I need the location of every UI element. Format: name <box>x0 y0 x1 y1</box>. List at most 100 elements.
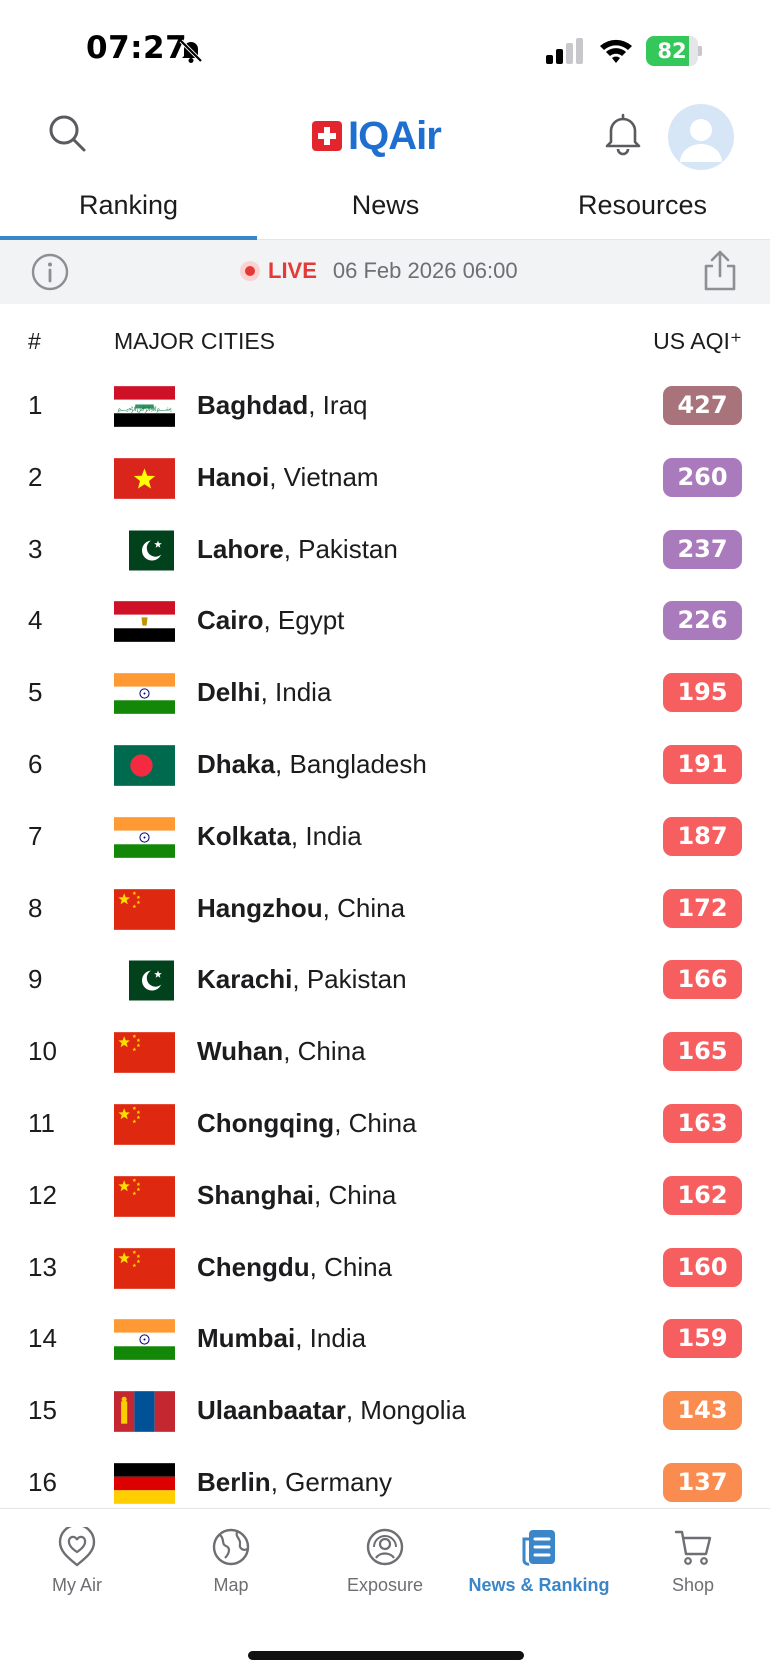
city-name: Lahore, Pakistan <box>197 534 398 565</box>
rank-number: 14 <box>28 1323 57 1354</box>
china-flag-icon <box>114 1175 175 1217</box>
rank-number: 10 <box>28 1036 57 1067</box>
nav-my-air[interactable]: My Air <box>0 1527 154 1596</box>
city-name: Shanghai, China <box>197 1180 396 1211</box>
table-row[interactable]: 5 Delhi, India 195 <box>0 657 770 729</box>
aqi-badge: 191 <box>663 744 742 784</box>
rank-number: 12 <box>28 1179 57 1210</box>
city-name: Hangzhou, China <box>197 893 405 924</box>
vietnam-flag-icon <box>114 457 175 499</box>
table-row[interactable]: 7 Kolkata, India 187 <box>0 801 770 873</box>
aqi-badge: 165 <box>663 1032 742 1072</box>
country-label: , Bangladesh <box>275 748 427 779</box>
pakistan-flag-icon <box>129 530 174 571</box>
live-label: LIVE <box>268 258 317 283</box>
city-name: Delhi, India <box>197 677 331 708</box>
table-row[interactable]: 1 ﷽ Baghdad, Iraq 427 <box>0 370 770 442</box>
city-label: Berlin <box>197 1466 271 1497</box>
aqi-badge: 195 <box>663 673 742 713</box>
country-label: , China <box>283 1036 366 1067</box>
city-label: Kolkata <box>197 820 291 851</box>
rank-number: 5 <box>28 677 43 708</box>
city-name: Ulaanbaatar, Mongolia <box>197 1395 466 1426</box>
tab-news[interactable]: News <box>257 190 514 221</box>
country-label: , Iraq <box>308 390 368 420</box>
table-row[interactable]: 10 Wuhan, China 165 <box>0 1016 770 1088</box>
aqi-badge: 137 <box>663 1462 742 1502</box>
rank-number: 4 <box>28 605 43 636</box>
china-flag-icon <box>114 1104 175 1145</box>
aqi-badge: 226 <box>663 601 742 641</box>
city-name: Hanoi, Vietnam <box>197 462 379 493</box>
table-row[interactable]: 12 Shanghai, China 162 <box>0 1160 770 1232</box>
status-bar: 07:27 82 <box>0 0 770 100</box>
tab-ranking[interactable]: Ranking <box>0 190 257 221</box>
aqi-badge: 159 <box>663 1319 742 1359</box>
tab-resources[interactable]: Resources <box>514 190 770 221</box>
battery-level: 82 <box>657 39 687 63</box>
city-name: Kolkata, India <box>197 821 362 852</box>
city-label: Delhi <box>197 677 261 708</box>
exposure-icon <box>366 1528 404 1566</box>
germany-flag-icon <box>114 1463 175 1504</box>
table-row[interactable]: 11 Chongqing, China 163 <box>0 1088 770 1160</box>
table-row[interactable]: 15 Ulaanbaatar, Mongolia 143 <box>0 1375 770 1447</box>
column-us-aqi[interactable]: US AQI⁺ <box>653 328 742 355</box>
table-row[interactable]: 9 Karachi, Pakistan 166 <box>0 944 770 1016</box>
column-rank: # <box>28 328 41 354</box>
share-icon[interactable] <box>702 250 738 292</box>
rank-number: 8 <box>28 892 43 923</box>
city-label: Chengdu <box>197 1251 310 1282</box>
china-flag-icon <box>114 1032 175 1074</box>
nav-news-ranking[interactable]: News & Ranking <box>462 1527 616 1596</box>
logo-text: IQAir <box>348 113 442 158</box>
live-datetime: 06 Feb 2026 06:00 <box>332 258 518 283</box>
country-label: , Mongolia <box>345 1395 466 1426</box>
aqi-badge: 187 <box>663 816 742 856</box>
india-flag-icon <box>114 816 175 858</box>
city-name: Karachi, Pakistan <box>197 964 407 995</box>
nav-shop[interactable]: Shop <box>616 1527 770 1596</box>
india-flag-icon <box>114 1319 175 1361</box>
table-row[interactable]: 6 Dhaka, Bangladesh 191 <box>0 729 770 801</box>
wifi-icon <box>600 39 632 63</box>
live-dot-icon <box>240 261 260 281</box>
city-label: Hangzhou <box>197 892 323 923</box>
rank-number: 16 <box>28 1466 57 1497</box>
city-name: Baghdad, Iraq <box>197 390 367 421</box>
table-row[interactable]: 4 Cairo, Egypt 226 <box>0 585 770 657</box>
country-label: , Pakistan <box>283 533 398 564</box>
country-label: , China <box>334 1107 417 1138</box>
avatar[interactable] <box>668 104 734 170</box>
table-row[interactable]: 13 Chengdu, China 160 <box>0 1232 770 1304</box>
city-name: Dhaka, Bangladesh <box>197 749 427 780</box>
nav-map[interactable]: Map <box>154 1527 308 1596</box>
table-row[interactable]: 14 Mumbai, India 159 <box>0 1303 770 1375</box>
nav-exposure[interactable]: Exposure <box>308 1527 462 1596</box>
aqi-badge: 143 <box>663 1391 742 1431</box>
table-row[interactable]: 3 Lahore, Pakistan 237 <box>0 514 770 586</box>
city-name: Cairo, Egypt <box>197 605 344 636</box>
ranking-table-header: # MAJOR CITIES US AQI⁺ <box>0 322 770 362</box>
aqi-badge: 163 <box>663 1103 742 1143</box>
home-indicator[interactable] <box>248 1651 524 1660</box>
aqi-badge: 237 <box>663 529 742 569</box>
india-flag-icon <box>114 673 175 715</box>
city-label: Hanoi <box>197 461 270 492</box>
info-icon[interactable] <box>30 252 70 292</box>
rank-number: 15 <box>28 1395 57 1426</box>
table-row[interactable]: 2 Hanoi, Vietnam 260 <box>0 442 770 514</box>
city-name: Wuhan, China <box>197 1036 366 1067</box>
mongolia-flag-icon <box>114 1391 175 1432</box>
avatar-icon <box>680 119 722 162</box>
egypt-flag-icon <box>114 601 175 643</box>
aqi-badge: 260 <box>663 457 742 497</box>
app-header: IQAir <box>0 100 770 180</box>
city-label: Baghdad <box>197 390 309 420</box>
news-icon <box>522 1530 555 1566</box>
signal-icon <box>546 38 583 64</box>
table-row[interactable]: 8 Hangzhou, China 172 <box>0 873 770 945</box>
city-label: Cairo <box>197 605 264 636</box>
search-icon[interactable] <box>46 112 88 154</box>
bell-icon[interactable] <box>602 112 644 156</box>
